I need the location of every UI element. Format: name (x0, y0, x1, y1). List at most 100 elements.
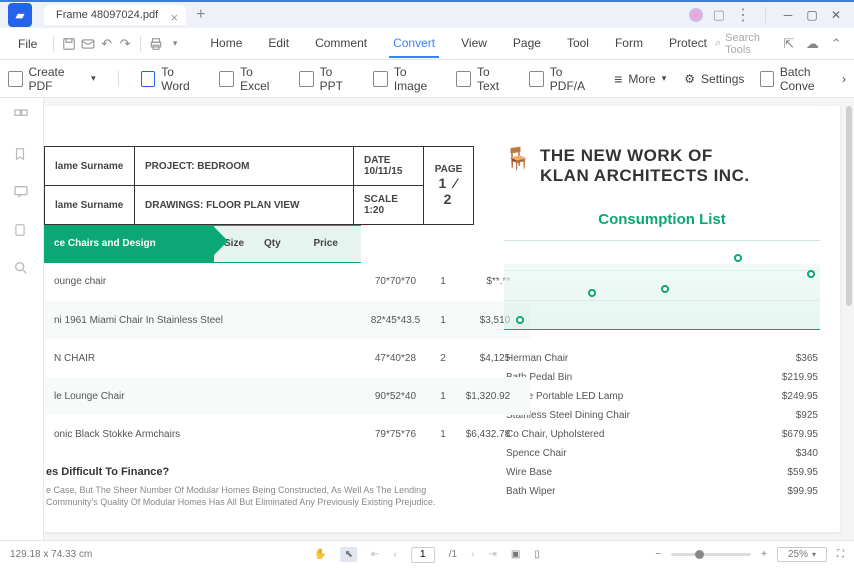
maximize-button[interactable]: ▢ (804, 8, 820, 22)
to-pdfa-button[interactable]: To PDF/A (529, 65, 596, 93)
scrollbar[interactable] (846, 106, 852, 306)
app-logo: ▰ (8, 3, 32, 27)
chair-icon: 🪑 (504, 146, 526, 172)
tab-edit[interactable]: Edit (264, 30, 293, 58)
page-input[interactable] (411, 547, 435, 563)
tab-form[interactable]: Form (611, 30, 647, 58)
consumption-chart (504, 240, 820, 330)
table-row: ounge chair70*70*701$**.** (44, 263, 530, 301)
zoom-select[interactable]: 25%▾ (777, 547, 827, 562)
table-row: onic Black Stokke Armchairs79*75*761$6,4… (44, 415, 530, 453)
close-icon[interactable]: × (171, 10, 179, 25)
attachment-icon[interactable] (13, 222, 31, 240)
table-row: le Lounge Chair90*52*401$1,320.92 (44, 377, 530, 415)
to-excel-button[interactable]: To Excel (219, 65, 281, 93)
redo-icon[interactable]: ↷ (118, 34, 133, 54)
tab-filename: Frame 48097024.pdf (56, 9, 158, 21)
tab-tool[interactable]: Tool (563, 30, 593, 58)
chart-point (588, 289, 596, 297)
thumbnails-icon[interactable] (13, 108, 31, 126)
tab-view[interactable]: View (457, 30, 491, 58)
batch-convert-button[interactable]: Batch Conve› (760, 65, 846, 93)
page-label: PAGE (434, 164, 463, 175)
chart-point (807, 270, 815, 278)
hdr-name2: lame Surname (45, 186, 135, 225)
fit-width-icon[interactable]: ▯ (534, 549, 540, 560)
document-viewport[interactable]: W ▸ lame Surname PROJECT: BEDROOM DATE 1… (44, 98, 854, 540)
tab-home[interactable]: Home (206, 30, 246, 58)
list-item: Co Chair, Upholstered$679.95 (506, 426, 818, 443)
fullscreen-icon[interactable]: ⛶ (837, 549, 844, 560)
brand-title-l2: KLAN ARCHITECTS INC. (540, 166, 750, 186)
undo-icon[interactable]: ↶ (99, 34, 114, 54)
more-button[interactable]: ≡More▾ (614, 71, 666, 87)
settings-button[interactable]: ⚙Settings (684, 65, 744, 93)
search-tools[interactable]: ⌕ Search Tools (715, 32, 773, 56)
brand-title-l1: THE NEW WORK OF (540, 146, 750, 166)
notification-icon[interactable]: ▢ (713, 7, 725, 23)
tab-page[interactable]: Page (509, 30, 545, 58)
consumption-title: Consumption List (504, 211, 820, 228)
to-image-button[interactable]: To Image (373, 65, 438, 93)
page-left-column: lame Surname PROJECT: BEDROOM DATE 10/11… (44, 106, 474, 532)
table-row: N CHAIR47*40*282$4,125 (44, 339, 530, 377)
hdr-scale: SCALE 1:20 (354, 186, 424, 225)
mail-icon[interactable] (81, 34, 96, 54)
note-body: e Case, But The Sheer Number Of Modular … (44, 484, 474, 509)
page-right-column: 🪑 THE NEW WORK OF KLAN ARCHITECTS INC. C… (474, 106, 840, 532)
print-icon[interactable] (149, 34, 164, 54)
ai-icon[interactable] (689, 8, 703, 22)
products-table: ce Chairs and Design Size Qty Price oung… (44, 225, 530, 454)
save-icon[interactable] (62, 34, 77, 54)
search-panel-icon[interactable] (13, 260, 31, 278)
select-tool-icon[interactable]: ⬉ (341, 547, 357, 562)
list-item: Herman Chair$365 (506, 350, 818, 367)
hdr-drawings: DRAWINGS: FLOOR PLAN VIEW (135, 186, 354, 225)
list-item: Spence Chair$340 (506, 445, 818, 462)
tab-comment[interactable]: Comment (311, 30, 371, 58)
main-area: W ▸ lame Surname PROJECT: BEDROOM DATE 1… (0, 98, 854, 540)
file-menu[interactable]: File (10, 37, 45, 51)
zoom-slider[interactable] (671, 553, 751, 556)
page-fraction: 1 ⁄ 2 (434, 175, 463, 207)
hdr-name1: lame Surname (45, 147, 135, 186)
last-page-icon[interactable]: ⇥ (488, 549, 496, 560)
tab-convert[interactable]: Convert (389, 30, 439, 58)
col-qty: Qty (254, 226, 291, 262)
convert-toolbar: Create PDF▾ To Word To Excel To PPT To I… (0, 60, 854, 98)
tab-protect[interactable]: Protect (665, 30, 711, 58)
consumption-table: Herman Chair$365 Bath Pedal Bin$219.95 C… (504, 348, 820, 502)
close-button[interactable]: ✕ (828, 8, 844, 22)
to-text-button[interactable]: To Text (456, 65, 511, 93)
prev-page-icon[interactable]: ‹ (393, 549, 396, 560)
list-item: Wire Base$59.95 (506, 464, 818, 481)
print-dropdown-icon[interactable]: ▾ (168, 34, 183, 54)
hand-tool-icon[interactable]: ✋ (314, 549, 326, 560)
cloud-icon[interactable]: ☁ (805, 34, 821, 54)
page-total: /1 (449, 549, 457, 560)
to-ppt-button[interactable]: To PPT (299, 65, 355, 93)
to-word-button[interactable]: To Word (141, 65, 202, 93)
search-icon: ⌕ (715, 37, 721, 50)
document-tab[interactable]: Frame 48097024.pdf × (44, 5, 186, 25)
left-sidebar (0, 98, 44, 540)
zoom-out-icon[interactable]: − (655, 549, 661, 560)
next-page-icon[interactable]: › (471, 549, 474, 560)
hdr-date: DATE 10/11/15 (354, 147, 424, 186)
share-icon[interactable]: ⇱ (781, 34, 797, 54)
comment-icon[interactable] (13, 184, 31, 202)
fit-page-icon[interactable]: ▣ (511, 549, 520, 560)
page-dimensions: 129.18 x 74.33 cm (10, 549, 92, 560)
add-tab-button[interactable]: + (196, 6, 205, 24)
collapse-icon[interactable]: ⌃ (828, 34, 844, 54)
bookmark-icon[interactable] (13, 146, 31, 164)
chart-point (516, 316, 524, 324)
create-pdf-button[interactable]: Create PDF▾ (8, 65, 96, 93)
zoom-in-icon[interactable]: + (761, 549, 767, 560)
gear-icon: ⚙ (684, 72, 695, 86)
hdr-project: PROJECT: BEDROOM (135, 147, 354, 186)
kebab-icon[interactable]: ⋮ (735, 5, 751, 25)
minimize-button[interactable]: ─ (780, 8, 796, 22)
col-price: Price (291, 226, 361, 262)
first-page-icon[interactable]: ⇤ (371, 549, 379, 560)
